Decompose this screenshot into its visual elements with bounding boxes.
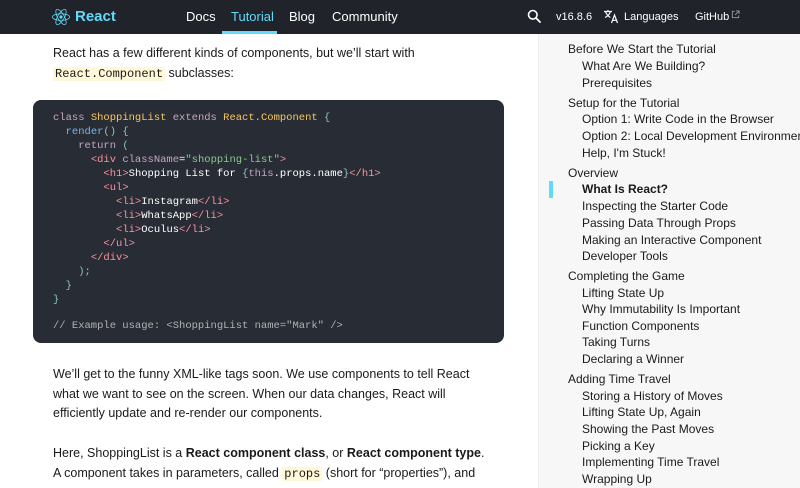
- sidebar-item[interactable]: Implementing Time Travel: [582, 455, 719, 470]
- sidebar-item[interactable]: Showing the Past Moves: [582, 422, 714, 437]
- languages-link[interactable]: Languages: [624, 10, 678, 24]
- code-block: class ShoppingList extends React.Compone…: [33, 100, 504, 343]
- top-nav-bar: React Docs Tutorial Blog Community v16.8…: [0, 0, 800, 34]
- code-line-14: }: [53, 294, 60, 306]
- sidebar-item-active[interactable]: What Is React?: [582, 182, 668, 197]
- inline-code-react-component: React.Component: [53, 66, 166, 81]
- sidebar-item[interactable]: Inspecting the Starter Code: [582, 199, 728, 214]
- sidebar-item[interactable]: Making an Interactive Component: [582, 233, 761, 248]
- inline-code-props: props: [282, 466, 323, 481]
- sidebar-item[interactable]: Function Components: [582, 319, 699, 334]
- sidebar-item[interactable]: Developer Tools: [582, 249, 668, 264]
- nav-community[interactable]: Community: [332, 9, 398, 25]
- code-line-2: render() {: [65, 126, 129, 138]
- sidebar-item[interactable]: Storing a History of Moves: [582, 389, 723, 404]
- code-comment: // Example usage: <ShoppingList name="Ma…: [53, 320, 343, 332]
- sidebar-item[interactable]: Passing Data Through Props: [582, 216, 736, 231]
- code-line-8: <li>WhatsApp</li>: [116, 210, 224, 222]
- code-line-4: <div className="shopping-list">: [90, 154, 287, 166]
- para-text: (short for “properties”), and: [322, 465, 476, 480]
- translate-icon[interactable]: [603, 9, 619, 24]
- sidebar-item[interactable]: Picking a Key: [582, 439, 655, 454]
- sidebar-item[interactable]: Taking Turns: [582, 335, 650, 350]
- para-text: Here, ShoppingList is a: [53, 446, 186, 460]
- para-text: , or: [325, 446, 347, 460]
- intro-text: React has a few different kinds of compo…: [53, 46, 415, 60]
- tutorial-sidebar: Before We Start the Tutorial What Are We…: [538, 34, 800, 488]
- code-line-12: );: [78, 266, 91, 278]
- sidebar-item[interactable]: Wrapping Up: [582, 472, 652, 487]
- sidebar-item[interactable]: Lifting State Up, Again: [582, 405, 701, 420]
- nav-blog[interactable]: Blog: [289, 9, 315, 25]
- brand-name[interactable]: React: [75, 8, 116, 26]
- sidebar-item[interactable]: Declaring a Winner: [582, 352, 684, 367]
- sidebar-section[interactable]: Setup for the Tutorial: [568, 96, 679, 111]
- code-line-6: <ul>: [103, 182, 129, 194]
- code-line-5: <h1>Shopping List for {this.props.name}<…: [103, 168, 381, 180]
- active-item-indicator: [549, 181, 553, 198]
- sidebar-item[interactable]: Prerequisites: [582, 76, 652, 91]
- code-line-9: <li>Oculus</li>: [116, 224, 211, 236]
- sidebar-item[interactable]: Why Immutability Is Important: [582, 302, 740, 317]
- github-link[interactable]: GitHub: [695, 10, 729, 24]
- sidebar-section[interactable]: Overview: [568, 166, 618, 181]
- code-line-13: }: [65, 280, 72, 292]
- search-icon[interactable]: [527, 9, 541, 23]
- sidebar-item[interactable]: Option 1: Write Code in the Browser: [582, 112, 774, 127]
- code-line-3: return (: [78, 140, 129, 152]
- component-paragraph: Here, ShoppingList is a React component …: [53, 444, 493, 484]
- active-tab-indicator: [222, 31, 277, 34]
- version-link[interactable]: v16.8.6: [556, 10, 592, 24]
- sidebar-item[interactable]: Help, I'm Stuck!: [582, 146, 666, 161]
- sidebar-item[interactable]: Lifting State Up: [582, 286, 664, 301]
- description-paragraph: We’ll get to the funny XML-like tags soo…: [53, 367, 470, 420]
- sidebar-item[interactable]: What Are We Building?: [582, 59, 705, 74]
- nav-docs[interactable]: Docs: [186, 9, 216, 25]
- term-component-class: React component class: [185, 446, 326, 460]
- code-line-7: <li>Instagram</li>: [116, 196, 230, 208]
- nav-tutorial[interactable]: Tutorial: [231, 9, 274, 25]
- sidebar-section[interactable]: Adding Time Travel: [568, 372, 671, 387]
- code-line-1: class ShoppingList extends React.Compone…: [53, 112, 331, 124]
- intro-text-end: subclasses:: [165, 65, 234, 80]
- term-component-type: React component type: [346, 446, 481, 460]
- intro-paragraph: React has a few different kinds of compo…: [53, 44, 493, 84]
- external-link-icon: [731, 10, 740, 19]
- code-line-10: </ul>: [103, 238, 135, 250]
- sidebar-section[interactable]: Before We Start the Tutorial: [568, 42, 716, 57]
- code-line-11: </div>: [90, 252, 129, 264]
- react-logo-icon[interactable]: [52, 8, 70, 26]
- sidebar-section[interactable]: Completing the Game: [568, 269, 685, 284]
- sidebar-item[interactable]: Option 2: Local Development Environment: [582, 129, 800, 144]
